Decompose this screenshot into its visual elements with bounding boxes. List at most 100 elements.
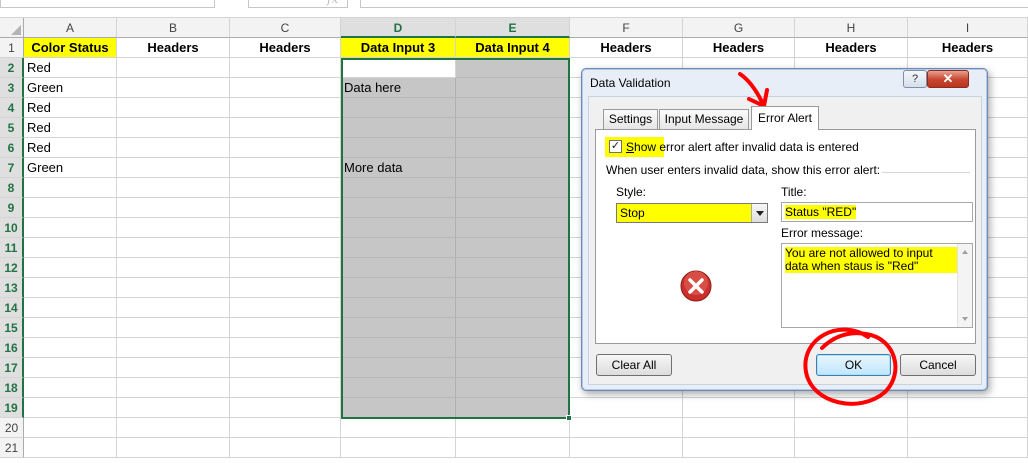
cell-a21[interactable] [24, 438, 117, 458]
row-header-4[interactable]: 4 [0, 98, 24, 118]
cell-d12[interactable] [341, 258, 456, 278]
cell-f19[interactable] [570, 398, 683, 418]
cell-e1[interactable]: Data Input 4 [456, 38, 570, 58]
row-header-19[interactable]: 19 [0, 398, 24, 418]
cell-d14[interactable] [341, 298, 456, 318]
cell-c16[interactable] [230, 338, 341, 358]
column-header-c[interactable]: C [230, 18, 341, 38]
cell-a16[interactable] [24, 338, 117, 358]
cell-a1[interactable]: Color Status [24, 38, 117, 58]
cell-a7[interactable]: Green [24, 158, 117, 178]
cell-e21[interactable] [456, 438, 570, 458]
row-header-5[interactable]: 5 [0, 118, 24, 138]
cell-g20[interactable] [683, 418, 795, 438]
row-header-12[interactable]: 12 [0, 258, 24, 278]
cell-a4[interactable]: Red [24, 98, 117, 118]
cell-b19[interactable] [117, 398, 230, 418]
style-select[interactable]: Stop [616, 203, 768, 223]
cell-c3[interactable] [230, 78, 341, 98]
name-box[interactable] [0, 0, 215, 8]
cell-b5[interactable] [117, 118, 230, 138]
cell-f20[interactable] [570, 418, 683, 438]
row-header-18[interactable]: 18 [0, 378, 24, 398]
cell-e13[interactable] [456, 278, 570, 298]
column-header-g[interactable]: G [683, 18, 795, 38]
cell-e14[interactable] [456, 298, 570, 318]
cell-a18[interactable] [24, 378, 117, 398]
row-header-1[interactable]: 1 [0, 38, 24, 58]
cell-h1[interactable]: Headers [795, 38, 908, 58]
cell-d11[interactable] [341, 238, 456, 258]
cell-d21[interactable] [341, 438, 456, 458]
cell-c14[interactable] [230, 298, 341, 318]
column-header-f[interactable]: F [570, 18, 683, 38]
cell-c7[interactable] [230, 158, 341, 178]
cell-e5[interactable] [456, 118, 570, 138]
cell-b18[interactable] [117, 378, 230, 398]
cell-b3[interactable] [117, 78, 230, 98]
row-header-2[interactable]: 2 [0, 58, 24, 78]
cell-i19[interactable] [908, 398, 1028, 418]
cell-e17[interactable] [456, 358, 570, 378]
column-header-i[interactable]: I [908, 18, 1028, 38]
cell-b4[interactable] [117, 98, 230, 118]
column-header-a[interactable]: A [24, 18, 117, 38]
cell-a15[interactable] [24, 318, 117, 338]
cell-a9[interactable] [24, 198, 117, 218]
column-header-b[interactable]: B [117, 18, 230, 38]
cell-e4[interactable] [456, 98, 570, 118]
cell-b21[interactable] [117, 438, 230, 458]
cell-d18[interactable] [341, 378, 456, 398]
cell-b14[interactable] [117, 298, 230, 318]
cell-a19[interactable] [24, 398, 117, 418]
cell-d15[interactable] [341, 318, 456, 338]
ok-button[interactable]: OK [816, 354, 891, 376]
cell-c18[interactable] [230, 378, 341, 398]
row-header-9[interactable]: 9 [0, 198, 24, 218]
error-message-textarea[interactable]: You are not allowed to input data when s… [781, 243, 973, 328]
cell-d20[interactable] [341, 418, 456, 438]
cell-d13[interactable] [341, 278, 456, 298]
cell-a17[interactable] [24, 358, 117, 378]
insert-function-button[interactable]: fx [248, 0, 348, 8]
row-header-11[interactable]: 11 [0, 238, 24, 258]
cell-h19[interactable] [795, 398, 908, 418]
cell-c10[interactable] [230, 218, 341, 238]
select-all-corner[interactable] [0, 18, 24, 38]
cell-i20[interactable] [908, 418, 1028, 438]
cell-d19[interactable] [341, 398, 456, 418]
cell-d8[interactable] [341, 178, 456, 198]
row-header-6[interactable]: 6 [0, 138, 24, 158]
cell-a11[interactable] [24, 238, 117, 258]
cell-i21[interactable] [908, 438, 1028, 458]
cell-c8[interactable] [230, 178, 341, 198]
cell-c2[interactable] [230, 58, 341, 78]
cell-h20[interactable] [795, 418, 908, 438]
cell-a14[interactable] [24, 298, 117, 318]
cancel-button[interactable]: Cancel [900, 354, 976, 376]
cell-b8[interactable] [117, 178, 230, 198]
row-header-15[interactable]: 15 [0, 318, 24, 338]
title-input[interactable]: Status "RED" [781, 202, 973, 222]
clear-all-button[interactable]: Clear All [596, 354, 672, 376]
cell-c19[interactable] [230, 398, 341, 418]
cell-e12[interactable] [456, 258, 570, 278]
cell-d1[interactable]: Data Input 3 [341, 38, 456, 58]
cell-b13[interactable] [117, 278, 230, 298]
cell-c17[interactable] [230, 358, 341, 378]
cell-a10[interactable] [24, 218, 117, 238]
cell-g1[interactable]: Headers [683, 38, 795, 58]
row-header-10[interactable]: 10 [0, 218, 24, 238]
cell-d3[interactable]: Data here [341, 78, 456, 98]
cell-f21[interactable] [570, 438, 683, 458]
cell-b12[interactable] [117, 258, 230, 278]
column-header-h[interactable]: H [795, 18, 908, 38]
cell-a12[interactable] [24, 258, 117, 278]
cell-b16[interactable] [117, 338, 230, 358]
cell-e10[interactable] [456, 218, 570, 238]
cell-g21[interactable] [683, 438, 795, 458]
column-header-e[interactable]: E [456, 18, 570, 38]
row-header-7[interactable]: 7 [0, 158, 24, 178]
cell-b10[interactable] [117, 218, 230, 238]
cell-e16[interactable] [456, 338, 570, 358]
